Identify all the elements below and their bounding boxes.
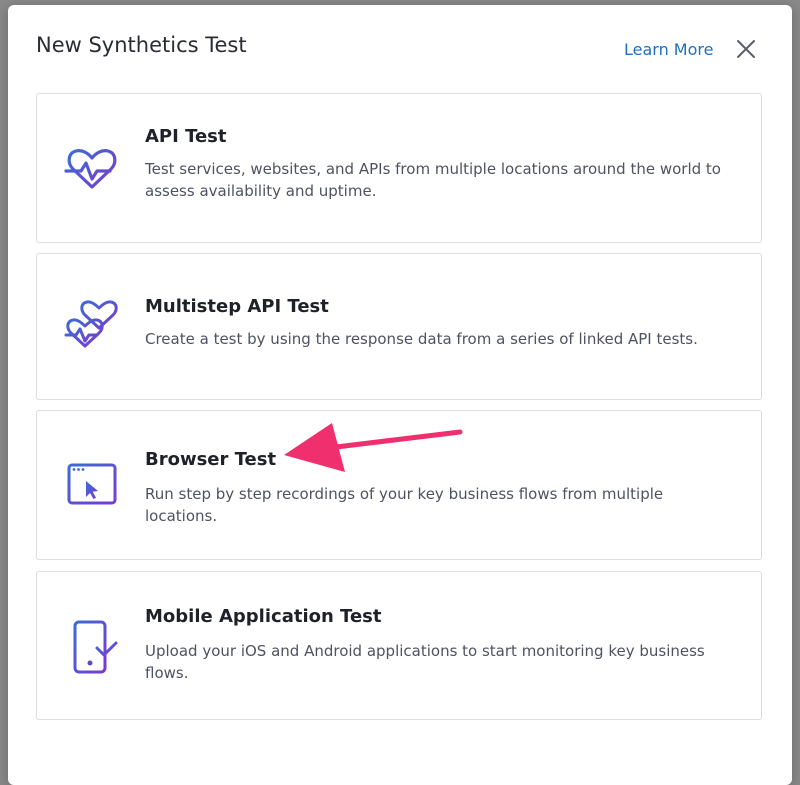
heart-pulse-icon [64, 149, 117, 189]
new-test-dialog: New Synthetics Test Learn More API Test … [8, 5, 792, 785]
double-heart-pulse-icon [64, 300, 118, 348]
learn-more-link[interactable]: Learn More [624, 40, 713, 59]
dialog-title: New Synthetics Test [36, 33, 247, 57]
option-description: Create a test by using the response data… [145, 330, 698, 348]
option-title: Mobile Application Test [145, 606, 382, 627]
option-description: Upload your iOS and Android applications… [145, 642, 705, 682]
option-multistep-api-test[interactable]: Multistep API Test Create a test by usin… [36, 253, 762, 400]
pink-arrow-icon [284, 423, 463, 472]
mobile-phone-icon [73, 620, 118, 674]
browser-window-cursor-icon [67, 463, 117, 505]
option-description: Run step by step recordings of your key … [145, 485, 664, 525]
option-title: API Test [145, 126, 227, 147]
option-title: Browser Test [145, 449, 277, 470]
option-api-test[interactable]: API Test Test services, websites, and AP… [36, 93, 762, 243]
option-description: Test services, websites, and APIs from m… [145, 160, 721, 200]
option-title: Multistep API Test [145, 296, 329, 317]
close-icon[interactable] [733, 36, 759, 62]
option-mobile-application-test[interactable]: Mobile Application Test Upload your iOS … [36, 571, 762, 720]
